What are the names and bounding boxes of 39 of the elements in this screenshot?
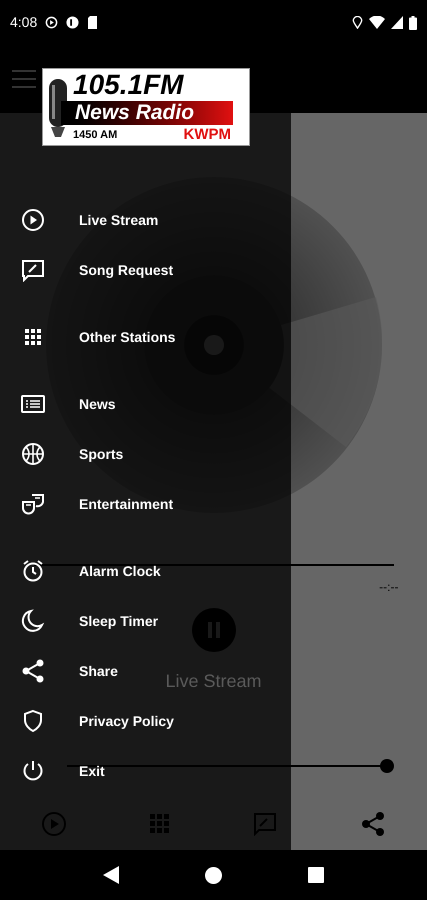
drawer-menu-item[interactable]: Share bbox=[0, 646, 118, 696]
volume-thumb[interactable] bbox=[380, 759, 394, 773]
moon-icon bbox=[21, 609, 45, 633]
logo-name: News Radio bbox=[61, 101, 233, 125]
status-time: 4:08 bbox=[10, 13, 38, 32]
basketball-icon bbox=[21, 442, 45, 466]
drawer-menu-item[interactable]: Alarm Clock bbox=[0, 546, 161, 596]
wifi-icon bbox=[369, 16, 385, 29]
power-icon bbox=[21, 759, 45, 783]
list-icon bbox=[21, 392, 45, 416]
sd-card-icon bbox=[87, 16, 98, 29]
circle-icon bbox=[66, 16, 80, 29]
share-icon bbox=[21, 659, 45, 683]
home-icon[interactable] bbox=[205, 866, 222, 884]
drawer-menu-item[interactable]: Sleep Timer bbox=[0, 596, 158, 646]
share-icon[interactable] bbox=[360, 811, 386, 837]
drawer-menu-item[interactable]: Entertainment bbox=[0, 479, 174, 529]
drawer-menu-item[interactable]: Live Stream bbox=[0, 195, 158, 245]
battery-icon bbox=[409, 16, 417, 30]
drawer-menu-item[interactable]: Song Request bbox=[0, 245, 174, 295]
station-title: Live Stream bbox=[165, 670, 262, 693]
logo-am-frequency: 1450 AM bbox=[73, 128, 118, 142]
drawer-menu-item[interactable]: Sports bbox=[0, 429, 124, 479]
drawer-menu-item[interactable]: Exit bbox=[0, 746, 105, 796]
play-icon bbox=[45, 16, 58, 29]
elapsed-time: --:-- bbox=[379, 579, 398, 596]
alarm-clock-icon bbox=[21, 559, 45, 583]
drawer-menu-item[interactable]: Other Stations bbox=[0, 312, 176, 362]
drawer-menu-item[interactable]: News bbox=[0, 379, 116, 429]
logo-frequency: 105.1FM bbox=[73, 71, 185, 99]
location-icon bbox=[352, 16, 363, 29]
chat-edit-icon bbox=[21, 258, 45, 282]
shield-icon bbox=[21, 709, 45, 733]
drawer-menu-item[interactable]: Privacy Policy bbox=[0, 696, 174, 746]
masks-icon bbox=[21, 492, 45, 516]
back-icon[interactable] bbox=[103, 866, 119, 884]
signal-icon bbox=[391, 16, 403, 29]
logo-call-sign: KWPM bbox=[184, 126, 231, 143]
play-circle-icon bbox=[21, 208, 45, 232]
